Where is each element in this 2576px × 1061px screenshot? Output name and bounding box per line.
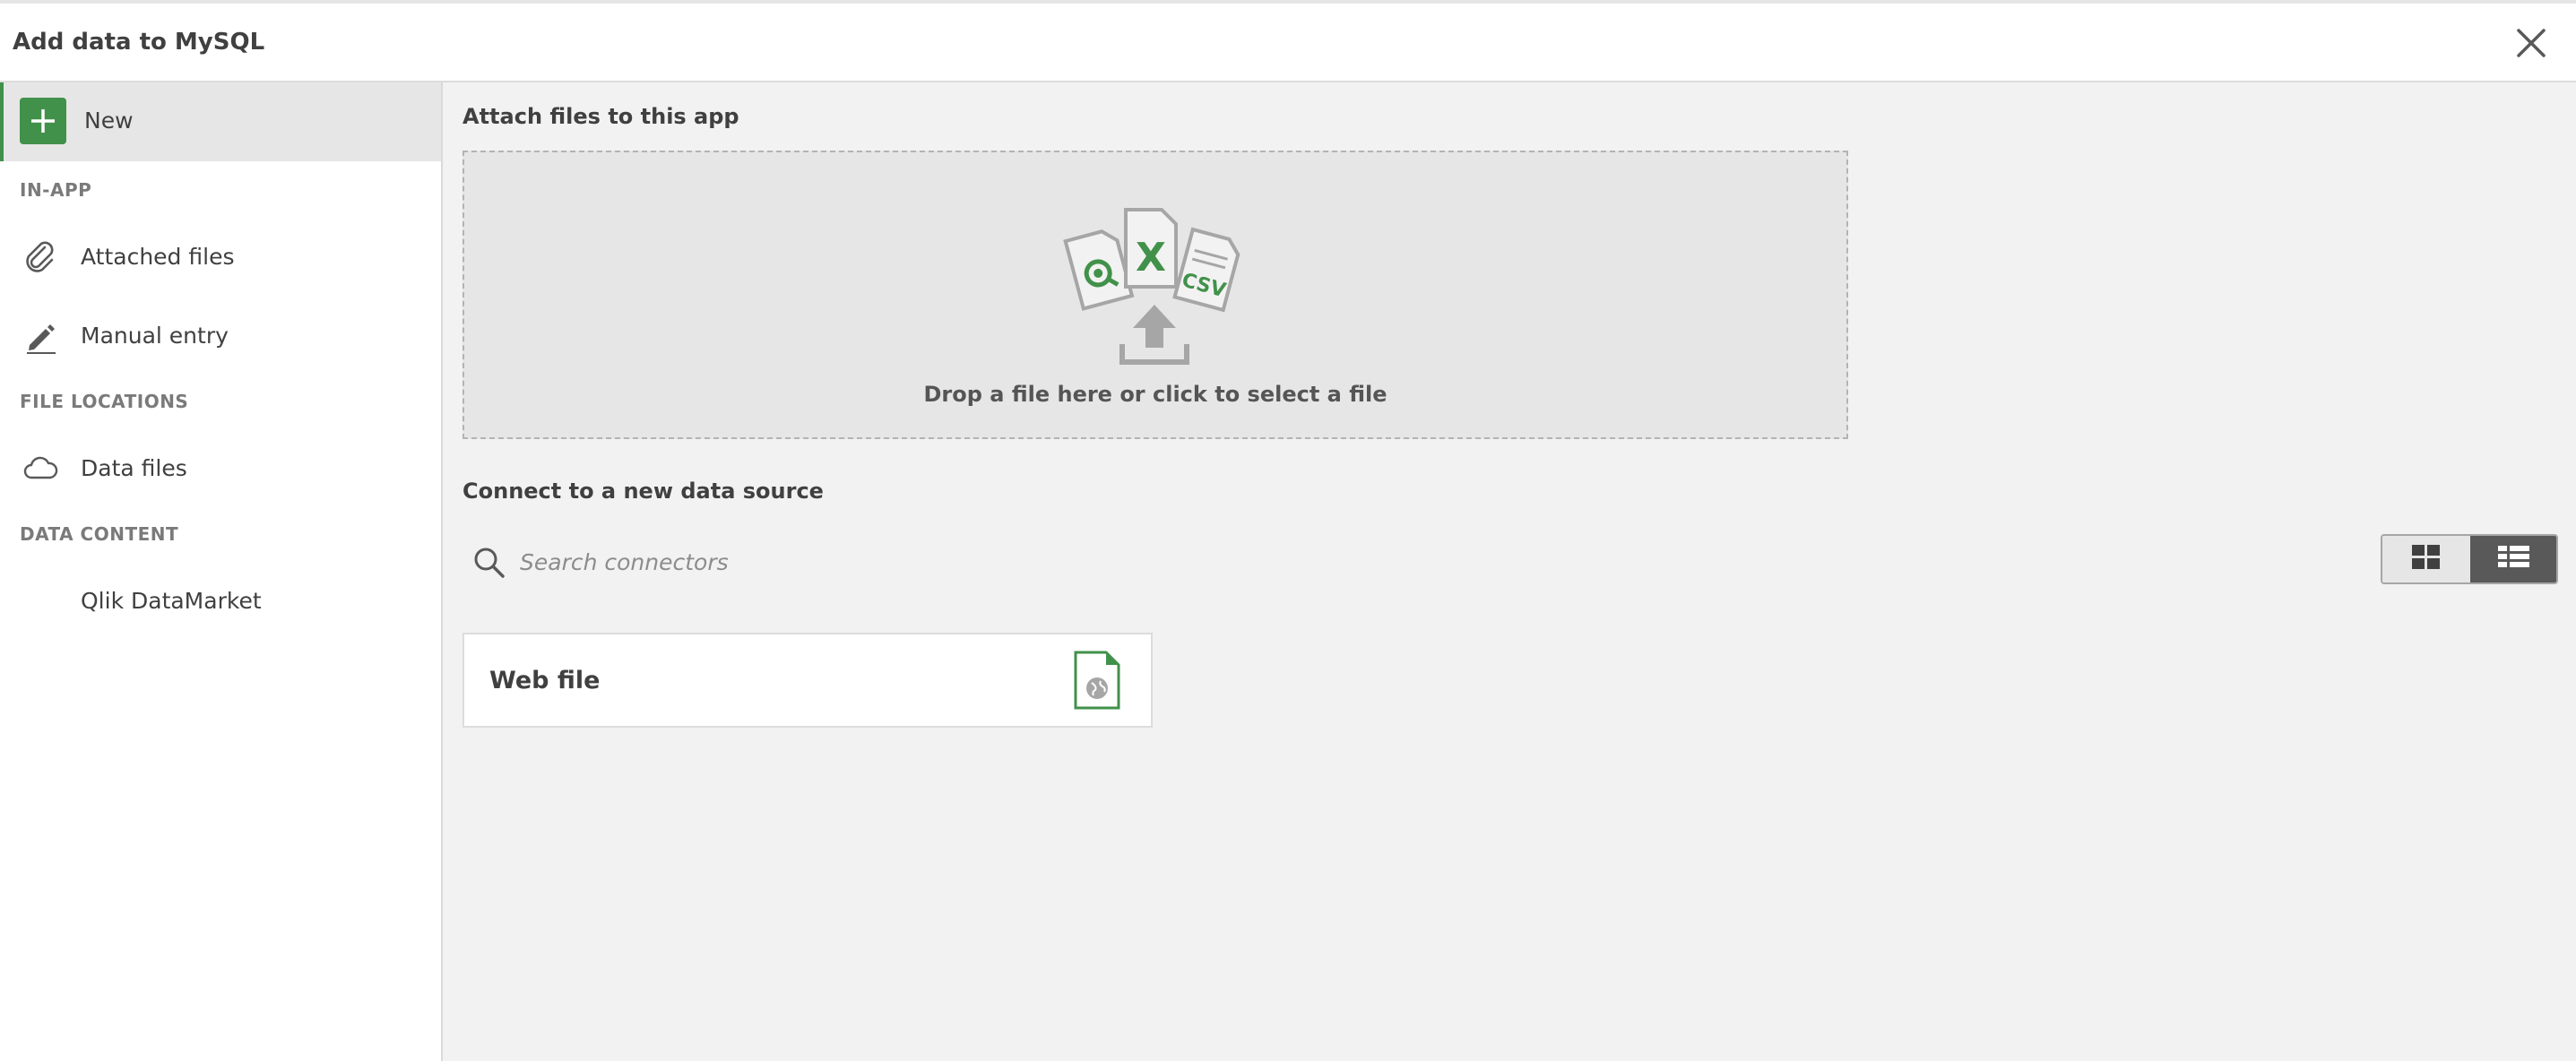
file-dropzone[interactable]: X CSV Drop a file here or click to selec… [462, 151, 1848, 439]
search-connectors-input[interactable] [518, 541, 1418, 582]
sidebar-item-label: Qlik DataMarket [81, 588, 262, 614]
dropzone-text: Drop a file here or click to select a fi… [923, 382, 1387, 407]
main-panel: Attach files to this app X CSV Drop a fi… [443, 82, 2576, 1061]
section-label-file-locations: FILE LOCATIONS [20, 391, 189, 412]
web-file-icon [1074, 651, 1120, 710]
excel-letter: X [1136, 235, 1166, 280]
grid-view-icon [2412, 545, 2440, 569]
search-icon [474, 548, 505, 578]
grid-view-button[interactable] [2382, 536, 2470, 582]
sidebar-item-qlik-datamarket[interactable]: Qlik DataMarket [0, 565, 441, 636]
connect-section-title: Connect to a new data source [462, 479, 824, 504]
list-view-button[interactable] [2470, 536, 2556, 582]
sidebar-item-label: New [84, 108, 134, 134]
section-label-in-app: IN-APP [20, 179, 92, 201]
connector-card-web-file[interactable]: Web file [462, 633, 1153, 728]
view-toggle [2381, 534, 2558, 584]
file-upload-illustration-icon: X CSV [1063, 208, 1240, 365]
sidebar-item-label: Data files [81, 455, 187, 481]
sidebar: New IN-APP Attached files Manual entry F… [0, 82, 443, 1061]
section-label-data-content: DATA CONTENT [20, 523, 179, 545]
sidebar-item-label: Manual entry [81, 323, 229, 349]
paperclip-icon [26, 241, 54, 272]
close-button[interactable] [2511, 23, 2551, 63]
dialog-header: Add data to MySQL [0, 4, 2576, 82]
attach-section-title: Attach files to this app [462, 104, 739, 129]
sidebar-item-attached-files[interactable]: Attached files [0, 220, 441, 292]
list-view-icon [2498, 546, 2529, 567]
cloud-icon [23, 456, 58, 479]
sidebar-item-label: Attached files [81, 244, 235, 270]
sidebar-item-data-files[interactable]: Data files [0, 432, 441, 504]
sidebar-item-new[interactable]: New [0, 82, 441, 161]
sidebar-item-manual-entry[interactable]: Manual entry [0, 299, 441, 371]
close-icon [2517, 29, 2546, 57]
plus-icon [20, 98, 66, 144]
connector-label: Web file [489, 667, 601, 694]
dialog-title: Add data to MySQL [13, 29, 265, 56]
pencil-icon [27, 324, 56, 354]
